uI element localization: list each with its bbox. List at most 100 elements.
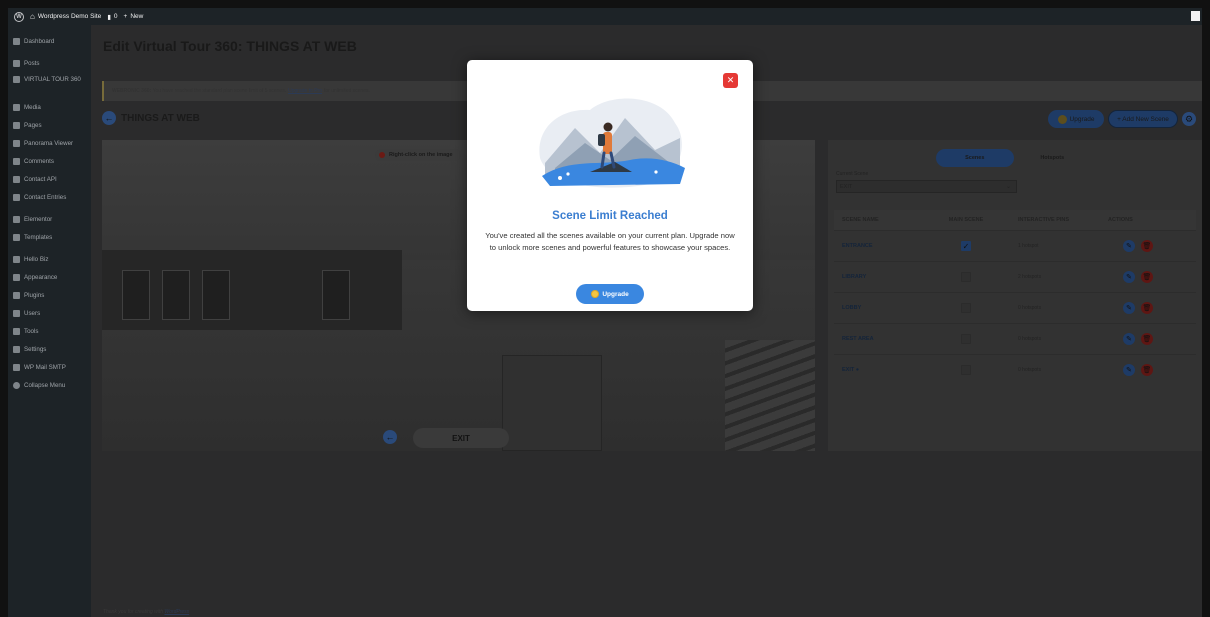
user-icon [13, 309, 20, 317]
pins-count: 1 hotspot [1018, 243, 1039, 249]
sidebar-item-wp-mail-smtp[interactable]: WP Mail SMTP [8, 358, 91, 376]
sidebar-item-users[interactable]: Users [8, 304, 91, 322]
notice-suffix: for unlimited scenes. [324, 88, 370, 94]
comments-link[interactable]: ▮ 0 [107, 13, 117, 21]
comment-icon [13, 157, 20, 165]
brush-icon [13, 273, 20, 281]
edit-icon[interactable]: ✎ [1123, 271, 1135, 283]
site-name: Wordpress Demo Site [37, 13, 102, 20]
sidebar-item-templates[interactable]: Templates [8, 228, 91, 246]
edit-icon[interactable]: ✎ [1123, 302, 1135, 314]
sidebar-item-tools[interactable]: Tools [8, 322, 91, 340]
sidebar-item-panorama-viewer[interactable]: Panorama Viewer [8, 134, 91, 152]
sidebar-item-label: Templates [24, 233, 53, 241]
tab-hotspots[interactable]: Hotspots [1014, 149, 1092, 167]
site-name-link[interactable]: ⌂ Wordpress Demo Site [30, 12, 101, 21]
back-arrow-icon[interactable]: ← [102, 111, 116, 125]
sidebar-item-label: WP Mail SMTP [24, 363, 66, 371]
sidebar-item-posts[interactable]: Posts [8, 54, 91, 72]
sidebar-item-hello-biz[interactable]: Hello Biz [8, 250, 91, 268]
main-scene-checkbox[interactable] [961, 303, 971, 313]
scene-name-link[interactable]: LOBBY [834, 305, 922, 311]
sidebar-item-label: Dashboard [24, 37, 55, 45]
delete-icon[interactable]: 🗑 [1141, 302, 1153, 314]
delete-icon[interactable]: 🗑 [1141, 333, 1153, 345]
sidebar-item-contact-api[interactable]: Contact API [8, 170, 91, 188]
current-scene-field-label: Current Scene [836, 171, 869, 177]
user-avatar[interactable] [1191, 11, 1200, 21]
edit-icon[interactable]: ✎ [1123, 364, 1135, 376]
sidebar-item-appearance[interactable]: Appearance [8, 268, 91, 286]
hello-icon [13, 255, 20, 263]
sidebar-item-elementor[interactable]: Elementor [8, 210, 91, 228]
hiker-illustration [539, 98, 685, 188]
header-scene-name: SCENE NAME [842, 217, 879, 223]
tour-header: ← THINGS AT WEB [102, 111, 200, 125]
main-scene-checkbox[interactable] [961, 334, 971, 344]
sidebar-item-label: Panorama Viewer [24, 139, 74, 147]
wordpress-icon: W [14, 11, 24, 22]
main-scene-checkbox[interactable] [961, 365, 971, 375]
modal-message: You've created all the scenes available … [485, 231, 735, 252]
modal-upgrade-button[interactable]: Upgrade [576, 284, 644, 304]
sidebar-item-media[interactable]: Media [8, 98, 91, 116]
sidebar-item-collapse-menu[interactable]: Collapse Menu [8, 376, 91, 394]
pins-count: 0 hotspots [1018, 367, 1042, 373]
sidebar-item-pages[interactable]: Pages [8, 116, 91, 134]
tour-name: THINGS AT WEB [121, 112, 200, 124]
home-icon: ⌂ [30, 12, 35, 21]
panorama-board [122, 270, 150, 320]
edit-icon[interactable]: ✎ [1123, 333, 1135, 345]
current-scene-select[interactable]: EXIT ⌄ [836, 180, 1017, 193]
table-row: LOBBY 0 hotspots ✎ 🗑 [834, 292, 1196, 323]
sidebar-item-virtual-tour[interactable]: VIRTUAL TOUR 360 [8, 72, 91, 98]
plus-icon: + [123, 13, 128, 20]
delete-icon[interactable]: 🗑 [1141, 271, 1153, 283]
comments-count: 0 [113, 13, 118, 20]
wrench-icon [13, 327, 20, 335]
media-icon [13, 103, 20, 111]
scene-name-link[interactable]: ENTRANCE [834, 243, 922, 249]
sidebar-item-dashboard[interactable]: Dashboard [8, 32, 91, 50]
wordpress-link[interactable]: WordPress [164, 609, 189, 615]
main-scene-checkbox[interactable] [961, 272, 971, 282]
upgrade-label: Upgrade [1069, 115, 1095, 123]
pins-count: 0 hotspots [1018, 336, 1042, 342]
table-row: EXIT ● 0 hotspots ✎ 🗑 [834, 354, 1196, 385]
record-dot-icon [379, 152, 385, 158]
gear-icon[interactable]: ⚙ [1182, 112, 1196, 126]
delete-icon[interactable]: 🗑 [1141, 364, 1153, 376]
sidebar-item-label: Elementor [24, 215, 53, 223]
sidebar-item-contact-entries[interactable]: Contact Entries [8, 188, 91, 206]
admin-footer: Thank you for creating with WordPress [103, 609, 189, 615]
tab-scenes[interactable]: Scenes [936, 149, 1014, 167]
sidebar-item-label: Users [24, 309, 41, 317]
scene-name-link[interactable]: EXIT ● [834, 367, 922, 373]
main-scene-checkbox[interactable]: ✓ [961, 241, 971, 251]
delete-icon[interactable]: 🗑 [1141, 240, 1153, 252]
sidebar-item-label: VIRTUAL TOUR 360 [24, 76, 81, 83]
edit-icon[interactable]: ✎ [1123, 240, 1135, 252]
new-content-link[interactable]: + New [124, 13, 144, 20]
upgrade-button[interactable]: Upgrade [1048, 110, 1104, 128]
sidebar-item-comments[interactable]: Comments [8, 152, 91, 170]
upgrade-to-pro-link[interactable]: Upgrade to Pro [288, 88, 322, 94]
sidebar-item-settings[interactable]: Settings [8, 340, 91, 358]
elementor-icon [13, 215, 20, 223]
sidebar-item-plugins[interactable]: Plugins [8, 286, 91, 304]
footer-prefix: Thank you for creating with [103, 609, 164, 615]
previous-scene-arrow-icon[interactable]: ← [383, 430, 397, 444]
pin-icon [13, 59, 20, 67]
plugin-icon [13, 291, 20, 299]
close-icon[interactable]: ✕ [723, 73, 738, 88]
table-row: REST AREA 0 hotspots ✎ 🗑 [834, 323, 1196, 354]
wordpress-logo-button[interactable]: W [14, 11, 24, 22]
scene-name-link[interactable]: LIBRARY [834, 274, 922, 280]
scene-name-link[interactable]: REST AREA [834, 336, 922, 342]
comment-icon: ▮ [107, 13, 111, 21]
folder-icon [13, 233, 20, 241]
sidebar-item-label: Appearance [24, 273, 58, 281]
add-new-scene-button[interactable]: + Add New Scene [1108, 110, 1178, 128]
notice-prefix: WEBRONIC 360: [112, 88, 152, 94]
collapse-icon [13, 381, 20, 389]
